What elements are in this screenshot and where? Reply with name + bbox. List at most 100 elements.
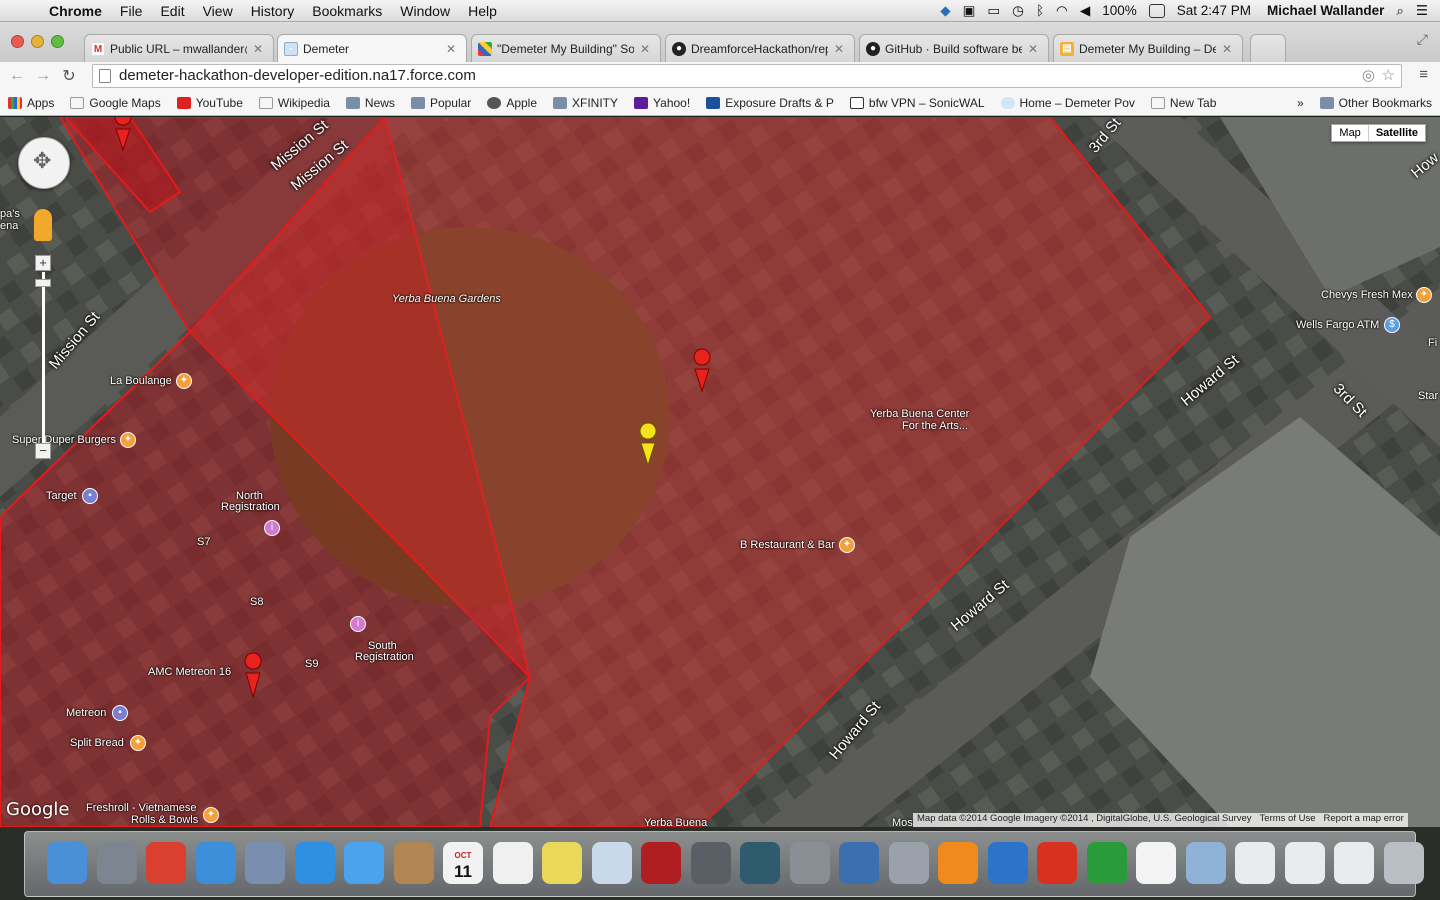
menu-help[interactable]: Help <box>459 3 506 19</box>
stickies-icon[interactable] <box>542 842 582 884</box>
powerpoint-icon[interactable] <box>1037 842 1077 884</box>
close-window-button[interactable] <box>11 35 24 48</box>
menu-history[interactable]: History <box>242 3 304 19</box>
forward-button[interactable]: → <box>30 67 56 85</box>
poi-north-registration-2[interactable]: Registration <box>221 501 280 513</box>
bookmark-yahoo[interactable]: Yahoo! <box>626 96 698 110</box>
trash-icon[interactable] <box>1383 842 1424 884</box>
event-icon[interactable]: ⅰ <box>350 616 366 632</box>
tab-demeter-doc[interactable]: ▤ Demeter My Building – Der ✕ <box>1053 34 1243 62</box>
excel-icon[interactable] <box>1086 842 1127 884</box>
poi-wells-fargo[interactable]: Wells Fargo ATM <box>1296 319 1379 331</box>
report-map-error-link[interactable]: Report a map error <box>1324 813 1404 827</box>
bookmark-wikipedia[interactable]: Wikipedia <box>251 96 338 110</box>
zoom-window-button[interactable] <box>51 35 64 48</box>
restaurant-icon[interactable]: ✦ <box>176 373 192 389</box>
bank-icon[interactable]: $ <box>1384 317 1400 333</box>
other-bookmarks[interactable]: Other Bookmarks <box>1312 96 1440 110</box>
pan-control[interactable]: ✥ <box>18 137 70 189</box>
menu-edit[interactable]: Edit <box>151 3 193 19</box>
bookmark-new-tab[interactable]: New Tab <box>1143 96 1224 110</box>
battery-icon[interactable] <box>1148 3 1165 18</box>
tab-demeter-solar[interactable]: "Demeter My Building" Sola ✕ <box>471 34 661 62</box>
volume-icon[interactable]: ◀ <box>1080 3 1090 19</box>
tab-dreamforce-repo[interactable]: ● DreamforceHackathon/rep ✕ <box>665 34 855 62</box>
clock[interactable]: Sat 2:47 PM <box>1177 3 1251 18</box>
map-type-satellite-button[interactable]: Satellite <box>1367 125 1425 141</box>
poi-amc-metreon[interactable]: AMC Metreon 16 <box>148 666 231 678</box>
poi-ybca-1[interactable]: Yerba Buena Center <box>870 408 969 420</box>
photo-booth-icon[interactable] <box>641 842 681 884</box>
launchpad-icon[interactable] <box>96 842 137 884</box>
shopping-icon[interactable]: ▪ <box>112 705 128 721</box>
terms-of-use-link[interactable]: Terms of Use <box>1260 813 1316 827</box>
restaurant-icon[interactable]: ✦ <box>203 807 219 823</box>
messages-icon[interactable] <box>344 842 384 884</box>
close-tab-icon[interactable]: ✕ <box>834 42 846 56</box>
poi-south-registration-2[interactable]: Registration <box>355 651 414 663</box>
page-info-icon[interactable] <box>99 69 111 83</box>
calendar-icon[interactable]: OCT 11 <box>443 842 483 884</box>
poi-metreon[interactable]: Metreon <box>66 707 106 719</box>
new-tab-button[interactable] <box>1250 34 1286 62</box>
menu-file[interactable]: File <box>111 3 152 19</box>
scanner-icon[interactable] <box>888 842 929 884</box>
tab-demeter[interactable]: · Demeter ✕ <box>277 34 467 62</box>
app-store-icon[interactable] <box>294 842 335 884</box>
back-button[interactable]: ← <box>4 67 30 85</box>
image-capture-icon[interactable] <box>690 842 731 884</box>
evernote-icon[interactable]: ▣ <box>963 3 976 19</box>
poi-la-boulange[interactable]: La Boulange <box>110 375 172 387</box>
chrome-menu-icon[interactable]: ≡ <box>1419 66 1428 83</box>
bluetooth-icon[interactable]: ᛒ <box>1036 3 1044 18</box>
zoom-out-button[interactable]: − <box>35 443 51 459</box>
bookmark-youtube[interactable]: YouTube <box>169 96 251 110</box>
user-name[interactable]: Michael Wallander <box>1267 3 1384 18</box>
bookmark-news[interactable]: News <box>338 96 403 110</box>
notification-center-icon[interactable]: ☰ <box>1416 3 1428 19</box>
minimize-window-button[interactable] <box>31 35 44 48</box>
close-tab-icon[interactable]: ✕ <box>1222 42 1234 56</box>
menu-view[interactable]: View <box>194 3 242 19</box>
poi-split-bread[interactable]: Split Bread <box>70 737 124 749</box>
reload-button[interactable]: ↻ <box>56 66 82 86</box>
word-file-icon[interactable] <box>1334 842 1374 884</box>
restaurant-icon[interactable]: ✦ <box>130 735 146 751</box>
map-type-map-button[interactable]: Map <box>1332 125 1367 141</box>
google-logo[interactable]: Google <box>6 799 69 820</box>
poi-chevys[interactable]: Chevys Fresh Mex <box>1321 289 1413 301</box>
close-tab-icon[interactable]: ✕ <box>446 42 458 56</box>
location-icon[interactable]: ◎ <box>1362 65 1375 87</box>
restaurant-icon[interactable]: ✦ <box>839 537 855 553</box>
poi-super-duper[interactable]: Super Duper Burgers <box>12 434 116 446</box>
time-machine-menu-icon[interactable]: ◷ <box>1012 3 1024 19</box>
restaurant-icon[interactable]: ✦ <box>120 432 136 448</box>
poi-b-restaurant[interactable]: B Restaurant & Bar <box>740 539 835 551</box>
zoom-in-button[interactable]: + <box>35 255 51 271</box>
time-machine-icon[interactable] <box>740 842 780 884</box>
document-icon[interactable] <box>1136 842 1176 884</box>
tab-public-url[interactable]: M Public URL – mwallander@ ✕ <box>84 34 274 62</box>
close-tab-icon[interactable]: ✕ <box>253 42 265 56</box>
dropbox-icon[interactable]: ◆ <box>940 3 950 19</box>
bookmark-exposure-drafts[interactable]: Exposure Drafts & P <box>698 96 842 110</box>
bookmark-xfinity[interactable]: XFINITY <box>545 96 626 110</box>
tab-github[interactable]: ● GitHub · Build software be ✕ <box>859 34 1049 62</box>
battery-percent[interactable]: 100% <box>1102 3 1137 18</box>
downloads-folder-icon[interactable] <box>1185 842 1226 884</box>
mail-stamp-icon[interactable] <box>245 842 285 884</box>
reminders-icon[interactable] <box>492 842 533 884</box>
event-icon[interactable]: ⅰ <box>264 520 280 536</box>
system-preferences-icon[interactable] <box>789 842 830 884</box>
ibooks-icon[interactable] <box>938 842 978 884</box>
spotlight-icon[interactable]: ⌕ <box>1396 3 1404 19</box>
spreadsheet-file-2-icon[interactable] <box>1284 842 1325 884</box>
bookmark-star-icon[interactable]: ☆ <box>1382 65 1395 87</box>
bookmark-google-maps[interactable]: Google Maps <box>62 96 168 110</box>
poi-ybca-2[interactable]: For the Arts... <box>902 420 968 432</box>
close-tab-icon[interactable]: ✕ <box>1028 42 1040 56</box>
poi-yerba-buena-gardens[interactable]: Yerba Buena Gardens <box>392 293 501 305</box>
zoom-slider-handle[interactable] <box>35 279 51 287</box>
menu-bookmarks[interactable]: Bookmarks <box>303 3 391 19</box>
satellite-map[interactable]: Mission St Mission St Mission St 3rd St … <box>0 117 1440 827</box>
